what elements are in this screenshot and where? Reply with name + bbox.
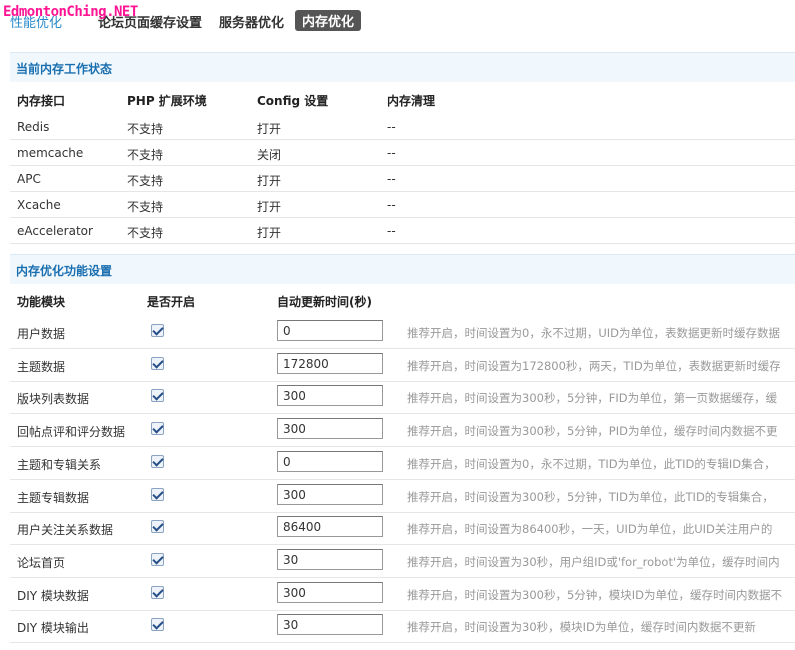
setting-hint: 推荐开启，时间设置为300秒，5分钟，PID为单位，缓存时间内数据不更 (407, 424, 778, 438)
update-time-input[interactable] (277, 516, 383, 537)
update-time-input[interactable] (277, 614, 383, 635)
setting-hint: 推荐开启，时间设置为0，永不过期，UID为单位，表数据更新时缓存数据 (407, 326, 780, 340)
cleanup-action[interactable]: -- (387, 120, 396, 134)
status-section-title: 当前内存工作状态 (16, 62, 113, 76)
col-update-time: 自动更新时间(秒) (277, 295, 372, 309)
enable-checkbox[interactable] (151, 455, 164, 468)
col-config: Config 设置 (257, 94, 329, 108)
setting-hint: 推荐开启，时间设置为300秒，5分钟，模块ID为单位，缓存时间内数据不 (407, 588, 783, 602)
update-time-input[interactable] (277, 353, 383, 374)
table-row: 主题和专辑关系 推荐开启，时间设置为0，永不过期，TID为单位，此TID的专辑ID… (10, 447, 795, 480)
interface-name: memcache (17, 146, 84, 160)
cleanup-action[interactable]: -- (387, 224, 396, 238)
feature-section-title: 内存优化功能设置 (16, 264, 113, 278)
table-row: 用户关注关系数据 推荐开启，时间设置为86400秒，一天，UID为单位，此UID关… (10, 512, 795, 545)
watermark-logo: EdmontonChing.NET (3, 4, 138, 20)
php-support: 不支持 (127, 148, 164, 162)
php-support: 不支持 (127, 122, 164, 136)
module-name: 版块列表数据 (17, 392, 90, 406)
update-time-input[interactable] (277, 582, 383, 603)
table-row: 主题专辑数据 推荐开启，时间设置为300秒，5分钟，TID为单位，此TID的专辑集… (10, 480, 795, 513)
update-time-input[interactable] (277, 320, 383, 341)
table-row: memcache 不支持 关闭 -- (10, 140, 795, 166)
setting-hint: 推荐开启，时间设置为86400秒，一天，UID为单位，此UID关注用户的 (407, 522, 773, 536)
interface-name: Xcache (17, 198, 61, 212)
update-time-input[interactable] (277, 549, 383, 570)
config-status: 关闭 (257, 148, 282, 162)
enable-checkbox[interactable] (151, 618, 164, 631)
php-support: 不支持 (127, 174, 164, 188)
feature-section-header: 内存优化功能设置 (10, 254, 795, 284)
cleanup-action[interactable]: -- (387, 146, 396, 160)
php-support: 不支持 (127, 226, 164, 240)
status-section-header: 当前内存工作状态 (10, 52, 795, 82)
enable-checkbox[interactable] (151, 488, 164, 501)
module-name: 主题和专辑关系 (17, 458, 102, 472)
module-name: 用户关注关系数据 (17, 523, 114, 537)
config-status: 打开 (257, 200, 282, 214)
setting-hint: 推荐开启，时间设置为300秒，5分钟，TID为单位，此TID的专辑集合， (407, 490, 774, 504)
enable-checkbox[interactable] (151, 389, 164, 402)
module-name: 用户数据 (17, 327, 66, 341)
config-status: 打开 (257, 174, 282, 188)
table-row: Redis 不支持 打开 -- (10, 114, 795, 140)
table-row: APC 不支持 打开 -- (10, 166, 795, 192)
col-interface: 内存接口 (17, 94, 66, 108)
setting-hint: 推荐开启，时间设置为30秒，模块ID为单位，缓存时间内数据不更新 (407, 620, 756, 634)
config-status: 打开 (257, 226, 282, 240)
table-row: 用户数据 推荐开启，时间设置为0，永不过期，UID为单位，表数据更新时缓存数据 (10, 316, 795, 349)
cleanup-action[interactable]: -- (387, 198, 396, 212)
interface-name: eAccelerator (17, 224, 93, 238)
col-cleanup: 内存清理 (387, 94, 436, 108)
setting-hint: 推荐开启，时间设置为0，永不过期，TID为单位，此TID的专辑ID集合， (407, 457, 776, 471)
setting-hint: 推荐开启，时间设置为30秒，用户组ID或'for_robot'为单位，缓存时间内 (407, 555, 780, 569)
enable-checkbox[interactable] (151, 357, 164, 370)
setting-hint: 推荐开启，时间设置为172800秒，两天，TID为单位，表数据更新时缓存 (407, 359, 781, 373)
table-row: DIY 模块输出 推荐开启，时间设置为30秒，模块ID为单位，缓存时间内数据不更新 (10, 610, 795, 643)
enable-checkbox[interactable] (151, 324, 164, 337)
enable-checkbox[interactable] (151, 586, 164, 599)
tab-server[interactable]: 服务器优化 (219, 12, 284, 31)
module-name: 主题数据 (17, 360, 66, 374)
enable-checkbox[interactable] (151, 520, 164, 533)
update-time-input[interactable] (277, 451, 383, 472)
php-support: 不支持 (127, 200, 164, 214)
setting-hint: 推荐开启，时间设置为300秒，5分钟，FID为单位，第一页数据缓存，缓 (407, 391, 778, 405)
status-table-header: 内存接口 PHP 扩展环境 Config 设置 内存清理 (10, 84, 795, 114)
table-row: eAccelerator 不支持 打开 -- (10, 218, 795, 244)
update-time-input[interactable] (277, 484, 383, 505)
module-name: 回帖点评和评分数据 (17, 425, 126, 439)
cleanup-action[interactable]: -- (387, 172, 396, 186)
table-row: 回帖点评和评分数据 推荐开启，时间设置为300秒，5分钟，PID为单位，缓存时间内… (10, 414, 795, 447)
enable-checkbox[interactable] (151, 422, 164, 435)
col-php-env: PHP 扩展环境 (127, 94, 207, 108)
tab-memory[interactable]: 内存优化 (295, 10, 362, 31)
module-name: DIY 模块输出 (17, 621, 89, 635)
table-row: Xcache 不支持 打开 -- (10, 192, 795, 218)
table-row: 论坛首页 推荐开启，时间设置为30秒，用户组ID或'for_robot'为单位，缓… (10, 545, 795, 578)
col-module: 功能模块 (17, 295, 66, 309)
module-name: 论坛首页 (17, 556, 66, 570)
table-row: DIY 模块数据 推荐开启，时间设置为300秒，5分钟，模块ID为单位，缓存时间内… (10, 578, 795, 611)
module-name: 主题专辑数据 (17, 491, 90, 505)
interface-name: APC (17, 172, 41, 186)
enable-checkbox[interactable] (151, 553, 164, 566)
table-row: 版块列表数据 推荐开启，时间设置为300秒，5分钟，FID为单位，第一页数据缓存，… (10, 381, 795, 414)
interface-name: Redis (17, 120, 50, 134)
update-time-input[interactable] (277, 385, 383, 406)
col-enabled: 是否开启 (147, 295, 196, 309)
feature-table-header: 功能模块 是否开启 自动更新时间(秒) (10, 284, 795, 316)
config-status: 打开 (257, 122, 282, 136)
module-name: DIY 模块数据 (17, 589, 89, 603)
update-time-input[interactable] (277, 418, 383, 439)
table-row: 主题数据 推荐开启，时间设置为172800秒，两天，TID为单位，表数据更新时缓存 (10, 349, 795, 382)
